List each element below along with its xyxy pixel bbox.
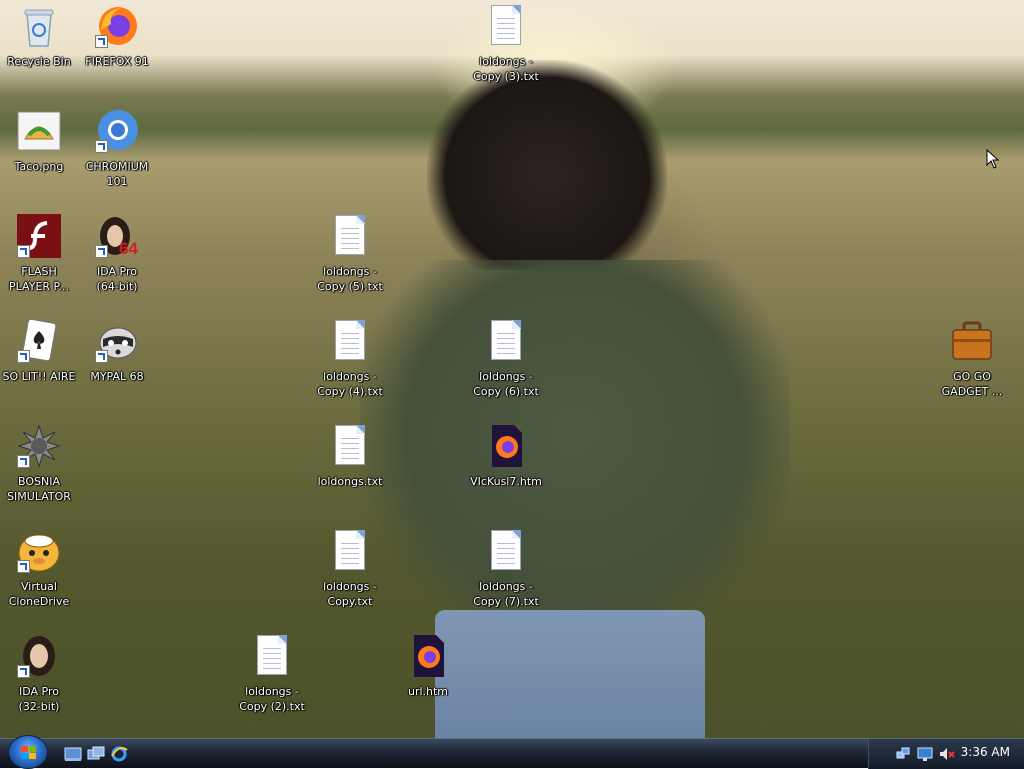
desktop-background: Recycle Bin FIREFOX 91 loldongs - Copy (… — [0, 0, 1024, 738]
taskbar-clock[interactable]: 3:36 AM — [961, 745, 1010, 759]
icon-label: FLASH PLAYER P... — [9, 265, 69, 293]
shortcut-arrow-icon — [95, 140, 108, 153]
text-file-icon — [328, 214, 372, 258]
icon-label: CHROMIUM 101 — [85, 160, 149, 188]
desktop-icon-flash-player[interactable]: FLASH PLAYER P... — [0, 214, 78, 294]
ida-pro-icon — [17, 634, 61, 678]
desktop-icon-recycle-bin[interactable]: Recycle Bin — [0, 4, 78, 69]
wallpaper-hat — [427, 60, 667, 270]
svg-text:64: 64 — [119, 239, 138, 258]
icon-label: loldongs.txt — [317, 475, 383, 488]
text-file-icon — [484, 529, 528, 573]
icon-label: loldongs - Copy (2).txt — [239, 685, 305, 713]
start-button[interactable] — [8, 735, 48, 769]
ida-pro-icon: 64 — [95, 214, 139, 258]
desktop-icon-url-htm[interactable]: url.htm — [389, 634, 467, 699]
text-file-icon — [328, 424, 372, 468]
mouse-cursor-icon — [986, 148, 1000, 169]
icon-label: VIcKusl7.htm — [470, 475, 542, 488]
display-icon[interactable] — [917, 746, 933, 762]
shortcut-arrow-icon — [95, 245, 108, 258]
shortcut-arrow-icon — [17, 245, 30, 258]
mypal-icon — [95, 319, 139, 363]
virtual-clonedrive-icon — [17, 529, 61, 573]
shortcut-arrow-icon — [17, 560, 30, 573]
shortcut-arrow-icon — [17, 455, 30, 468]
flash-player-icon — [17, 214, 61, 258]
network-icon[interactable] — [895, 746, 911, 762]
desktop-icon-taco-png[interactable]: Taco.png — [0, 109, 78, 174]
firefox-icon — [95, 4, 139, 48]
text-file-icon — [328, 529, 372, 573]
desktop-icon-mypal-68[interactable]: MYPAL 68 — [78, 319, 156, 384]
desktop-icon-solitaire[interactable]: SO LIT!! AIRE — [0, 318, 78, 384]
icon-label: FIREFOX 91 — [85, 55, 149, 68]
firefox-html-icon — [484, 424, 528, 468]
text-file-icon — [484, 319, 528, 363]
briefcase-icon — [950, 319, 994, 363]
text-file-icon — [484, 4, 528, 48]
icon-label: loldongs - Copy (3).txt — [473, 55, 539, 83]
desktop-icon-loldongs[interactable]: loldongs.txt — [311, 424, 389, 489]
desktop-icon-loldongs-copy-4[interactable]: loldongs - Copy (4).txt — [311, 319, 389, 399]
desktop-icon-loldongs-copy-6[interactable]: loldongs - Copy (6).txt — [467, 319, 545, 399]
desktop-icon-loldongs-copy-5[interactable]: loldongs - Copy (5).txt — [311, 214, 389, 294]
icon-label: Recycle Bin — [7, 55, 71, 68]
desktop-icon-ida-pro-64[interactable]: 64 IDA Pro (64-bit) — [78, 214, 156, 294]
shortcut-arrow-icon — [17, 350, 30, 363]
icon-label: BOSNIA SIMULATOR — [7, 475, 71, 503]
firefox-html-icon — [406, 634, 450, 678]
icon-label: loldongs - Copy (7).txt — [473, 580, 539, 608]
shortcut-arrow-icon — [95, 350, 108, 363]
icon-label: loldongs - Copy.txt — [323, 580, 377, 608]
icon-label: loldongs - Copy (6).txt — [473, 370, 539, 398]
desktop-icon-ida-pro-32[interactable]: IDA Pro (32-bit) — [0, 634, 78, 714]
recycle-bin-icon — [17, 4, 61, 48]
bosnia-simulator-icon — [17, 424, 61, 468]
internet-explorer-icon[interactable] — [110, 746, 128, 762]
icon-label: IDA Pro (64-bit) — [96, 265, 138, 293]
desktop-icon-vickusl7-htm[interactable]: VIcKusl7.htm — [467, 424, 545, 489]
text-file-icon — [328, 319, 372, 363]
text-file-icon — [250, 634, 294, 678]
icon-label: url.htm — [407, 685, 449, 698]
desktop-icon-bosnia-simulator[interactable]: BOSNIA SIMULATOR — [0, 424, 78, 504]
windows-logo-icon — [21, 745, 37, 759]
icon-label: MYPAL 68 — [90, 370, 144, 383]
icon-label: GO GO GADGET ... — [941, 370, 1003, 398]
wallpaper-figure — [360, 260, 790, 640]
desktop-icon-loldongs-copy-2[interactable]: loldongs - Copy (2).txt — [233, 634, 311, 714]
desktop-icon-loldongs-copy-3[interactable]: loldongs - Copy (3).txt — [467, 4, 545, 84]
desktop-icon-virtual-clonedrive[interactable]: Virtual CloneDrive — [0, 529, 78, 609]
taco-image-icon — [17, 109, 61, 153]
desktop-icon-loldongs-copy-7[interactable]: loldongs - Copy (7).txt — [467, 529, 545, 609]
shortcut-arrow-icon — [95, 35, 108, 48]
desktop-icon-go-go-gadget[interactable]: GO GO GADGET ... — [933, 319, 1011, 399]
switch-windows-icon[interactable] — [87, 746, 105, 762]
show-desktop-icon[interactable] — [64, 746, 82, 762]
icon-label: loldongs - Copy (4).txt — [317, 370, 383, 398]
chromium-icon — [95, 109, 139, 153]
icon-label: loldongs - Copy (5).txt — [317, 265, 383, 293]
icon-label: IDA Pro (32-bit) — [18, 685, 60, 713]
solitaire-icon — [17, 318, 61, 363]
icon-label: SO LIT!! AIRE — [2, 370, 76, 383]
shortcut-arrow-icon — [17, 665, 30, 678]
icon-label: Taco.png — [14, 160, 64, 173]
desktop-icon-chromium-101[interactable]: CHROMIUM 101 — [78, 109, 156, 189]
icon-label: Virtual CloneDrive — [8, 580, 70, 608]
speaker-muted-icon[interactable] — [939, 746, 955, 762]
notification-area: 3:36 AM — [868, 739, 1024, 769]
desktop-icon-firefox-91[interactable]: FIREFOX 91 — [78, 4, 156, 69]
desktop-icon-loldongs-copy[interactable]: loldongs - Copy.txt — [311, 529, 389, 609]
wallpaper-jeans — [435, 610, 705, 738]
taskbar: 3:36 AM — [0, 735, 1024, 769]
